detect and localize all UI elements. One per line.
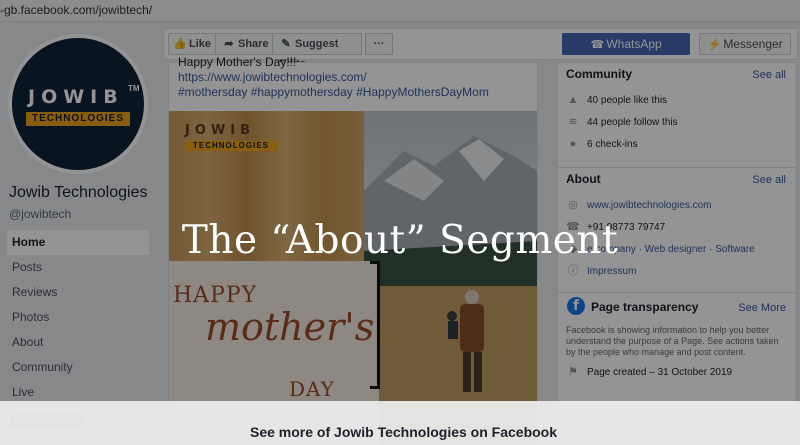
overlay-heading: The “About” Segment (181, 218, 619, 263)
login-banner-text[interactable]: See more of Jowib Technologies on Facebo… (0, 424, 800, 440)
